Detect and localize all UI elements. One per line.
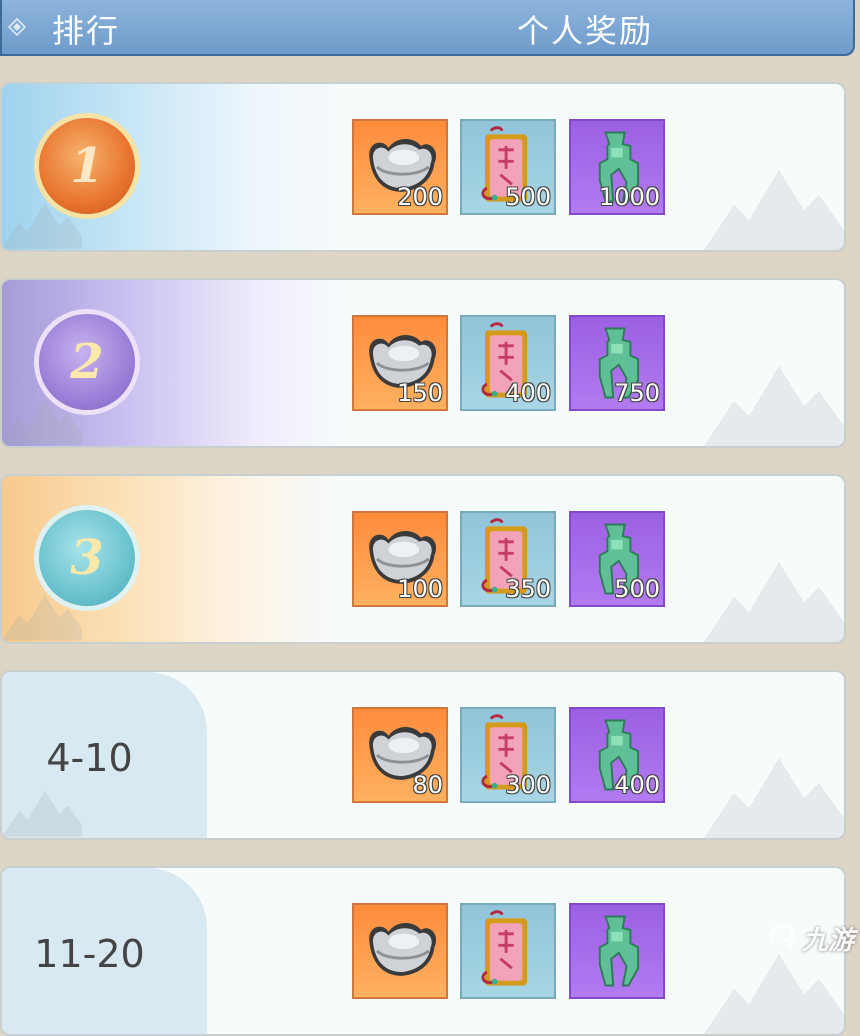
- reward-quantity: 150: [397, 379, 443, 407]
- reward-quantity: 200: [397, 183, 443, 211]
- reward-red-token[interactable]: 350: [460, 511, 556, 607]
- reward-silver-ingot[interactable]: 200: [352, 119, 448, 215]
- rank-number: 3: [70, 530, 104, 586]
- rank-row-11-20: 11-20: [0, 866, 846, 1036]
- silver-ingot-icon: [354, 905, 446, 997]
- reward-red-token[interactable]: [460, 903, 556, 999]
- reward-jade-coin[interactable]: 400: [569, 707, 665, 803]
- rank-row-1: 1 200 500 1000: [0, 82, 846, 252]
- reward-silver-ingot[interactable]: 150: [352, 315, 448, 411]
- reward-quantity: 100: [397, 575, 443, 603]
- header-bar: 排行 个人奖励: [0, 0, 855, 56]
- rank-range-label: 11-20: [34, 932, 145, 976]
- reward-silver-ingot[interactable]: 100: [352, 511, 448, 607]
- rank-medal-3-icon: 3: [39, 510, 135, 606]
- reward-quantity: 400: [614, 771, 660, 799]
- mountain-decoration-icon: [704, 738, 844, 838]
- reward-quantity: 80: [412, 771, 443, 799]
- reward-quantity: 1000: [598, 183, 660, 211]
- watermark-logo: 九游: [766, 918, 860, 958]
- mountain-decoration-icon: [704, 150, 844, 250]
- rank-number: 1: [70, 138, 104, 194]
- rank-row-3: 3 100 350 500: [0, 474, 846, 644]
- rank-row-2: 2 150 400 750: [0, 278, 846, 448]
- red-token-icon: [462, 905, 554, 997]
- reward-quantity: 500: [614, 575, 660, 603]
- rank-medal-1-icon: 1: [39, 118, 135, 214]
- reward-jade-coin[interactable]: [569, 903, 665, 999]
- rank-range-label: 4-10: [46, 736, 133, 780]
- reward-quantity: 500: [505, 183, 551, 211]
- reward-jade-coin[interactable]: 500: [569, 511, 665, 607]
- reward-red-token[interactable]: 400: [460, 315, 556, 411]
- rank-row-4-10: 4-10 80 300 400: [0, 670, 846, 840]
- mountain-decoration-icon: [704, 542, 844, 642]
- reward-quantity: 750: [614, 379, 660, 407]
- rank-number: 2: [70, 334, 104, 390]
- rank-column-header: 排行: [52, 12, 121, 50]
- reward-silver-ingot[interactable]: 80: [352, 707, 448, 803]
- reward-silver-ingot[interactable]: [352, 903, 448, 999]
- reward-red-token[interactable]: 300: [460, 707, 556, 803]
- reward-jade-coin[interactable]: 1000: [569, 119, 665, 215]
- jade-coin-icon: [571, 905, 663, 997]
- reward-jade-coin[interactable]: 750: [569, 315, 665, 411]
- rank-medal-2-icon: 2: [39, 314, 135, 410]
- reward-quantity: 300: [505, 771, 551, 799]
- mountain-decoration-icon: [704, 346, 844, 446]
- reward-red-token[interactable]: 500: [460, 119, 556, 215]
- diamond-icon: [8, 18, 26, 36]
- reward-quantity: 350: [505, 575, 551, 603]
- watermark-swirl-icon: [769, 923, 798, 950]
- reward-column-header: 个人奖励: [517, 12, 654, 50]
- watermark-text: 九游: [802, 926, 855, 956]
- reward-quantity: 400: [505, 379, 551, 407]
